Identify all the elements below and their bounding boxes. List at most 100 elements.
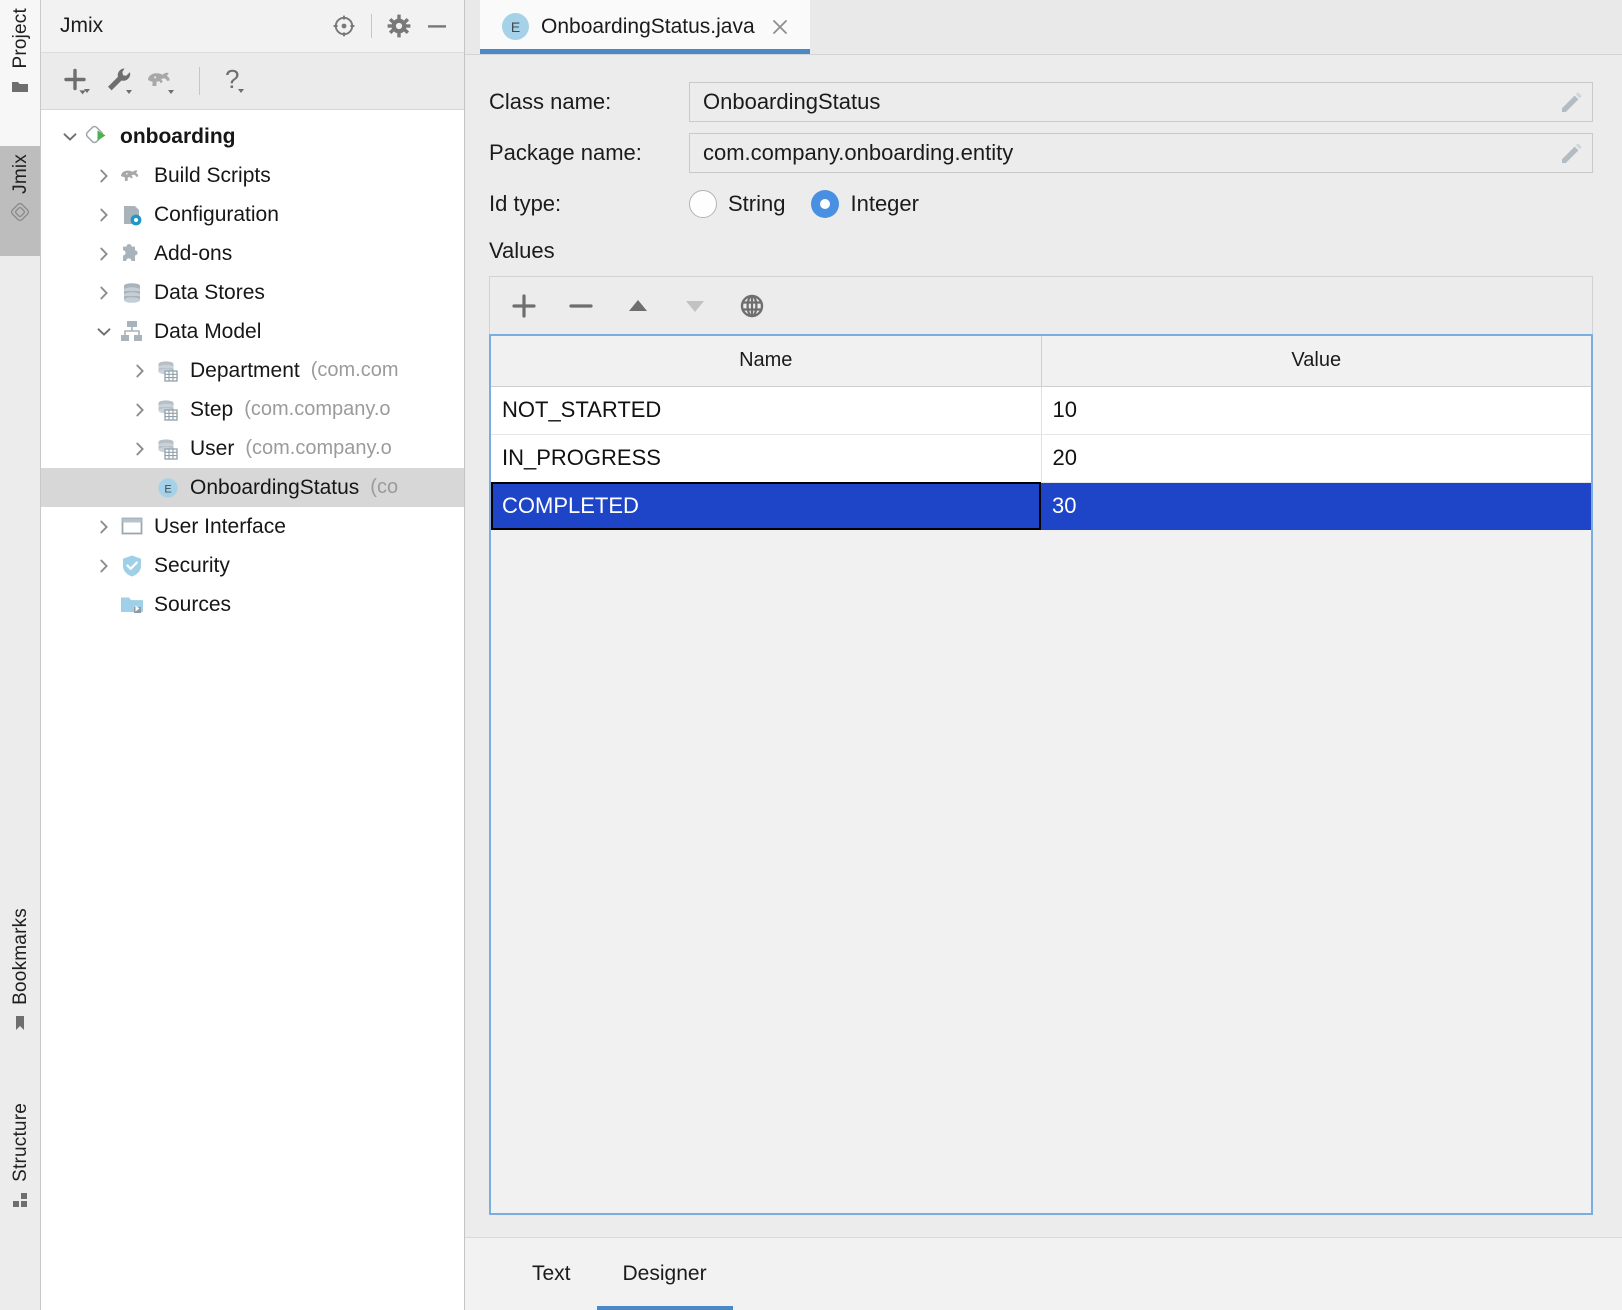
editor-tab-onboardingstatus[interactable]: E OnboardingStatus.java	[480, 0, 810, 54]
table-row[interactable]: NOT_STARTED 10	[491, 386, 1591, 435]
id-type-radio-string[interactable]: String	[689, 190, 785, 218]
chevron-right-icon[interactable]	[93, 516, 115, 538]
tool-button-structure-label: Structure	[9, 1103, 31, 1182]
chevron-right-icon[interactable]	[129, 360, 151, 382]
close-icon[interactable]	[767, 14, 793, 40]
editor-tab-strip: E OnboardingStatus.java	[465, 0, 1622, 55]
radio-unselected-icon[interactable]	[689, 190, 717, 218]
project-folder-icon	[10, 77, 30, 97]
tree-label: Data Model	[154, 319, 262, 343]
left-tool-strip: Project Jmix Bookmarks Structure	[0, 0, 41, 1310]
cell-name[interactable]: NOT_STARTED	[491, 386, 1042, 435]
tree-row-onboarding[interactable]: onboarding	[41, 117, 464, 156]
jmix-panel-header: Jmix	[41, 0, 464, 53]
tool-button-bookmarks-label: Bookmarks	[9, 908, 31, 1005]
tree-row-user-interface[interactable]: User Interface	[41, 507, 464, 546]
gradle-elephant-icon[interactable]	[145, 64, 179, 98]
add-icon[interactable]	[61, 64, 95, 98]
security-shield-icon	[119, 553, 145, 579]
tree-label: User Interface	[154, 514, 286, 538]
remove-value-icon[interactable]	[564, 289, 598, 323]
chevron-right-icon[interactable]	[93, 204, 115, 226]
sources-folder-icon	[119, 592, 145, 618]
tree-row-add-ons[interactable]: Add-ons	[41, 234, 464, 273]
toolbar-separator	[199, 67, 200, 95]
wrench-icon[interactable]	[103, 64, 137, 98]
tree-label: OnboardingStatus	[190, 475, 360, 499]
cell-value[interactable]: 10	[1041, 386, 1591, 435]
radio-selected-icon[interactable]	[811, 190, 840, 218]
class-name-label: Class name:	[489, 89, 612, 114]
edit-pencil-icon[interactable]	[1558, 89, 1584, 115]
configuration-icon	[119, 202, 145, 228]
chevron-right-icon[interactable]	[93, 555, 115, 577]
class-name-field[interactable]: OnboardingStatus	[689, 82, 1593, 122]
tree-row-data-model[interactable]: Data Model	[41, 312, 464, 351]
tree-label: Security	[154, 553, 230, 577]
tool-button-structure[interactable]: Structure	[0, 1095, 40, 1275]
chevron-right-icon[interactable]	[129, 438, 151, 460]
class-name-row: Class name: OnboardingStatus	[489, 82, 1593, 122]
cell-name[interactable]: IN_PROGRESS	[491, 434, 1042, 483]
minimize-icon[interactable]	[420, 9, 454, 43]
package-name-value: com.company.onboarding.entity	[703, 140, 1014, 165]
tree-package-label: (com.com	[310, 359, 399, 381]
tree-label: Sources	[154, 592, 232, 616]
tool-button-bookmarks[interactable]: Bookmarks	[0, 900, 40, 1090]
tool-button-project[interactable]: Project	[0, 0, 40, 146]
move-down-icon[interactable]	[678, 289, 712, 323]
id-type-radio-group[interactable]: String Integer	[689, 190, 945, 218]
values-caption: Values	[489, 238, 555, 263]
tree-row-department[interactable]: Department (com.com	[41, 351, 464, 390]
tree-row-user[interactable]: User (com.company.o	[41, 429, 464, 468]
tree-row-data-stores[interactable]: Data Stores	[41, 273, 464, 312]
cell-name[interactable]: COMPLETED	[491, 482, 1041, 530]
locate-icon[interactable]	[327, 9, 361, 43]
table-row-selected[interactable]: COMPLETED 30	[491, 482, 1591, 530]
package-name-field[interactable]: com.company.onboarding.entity	[689, 133, 1593, 173]
table-row[interactable]: IN_PROGRESS 20	[491, 434, 1591, 483]
cell-value[interactable]: 20	[1041, 434, 1591, 483]
column-header-value[interactable]: Value	[1041, 336, 1591, 387]
editor-tab-label: OnboardingStatus.java	[541, 14, 755, 38]
chevron-right-icon[interactable]	[93, 282, 115, 304]
id-type-radio-integer-label: Integer	[850, 191, 919, 216]
chevron-right-icon[interactable]	[129, 399, 151, 421]
values-table[interactable]: Name Value NOT_STARTED 10 IN_PROGRESS 20…	[491, 336, 1591, 530]
tree-row-onboardingstatus[interactable]: E OnboardingStatus (co	[41, 468, 464, 507]
chevron-down-icon[interactable]	[59, 126, 81, 148]
jmix-panel-header-actions	[327, 9, 454, 43]
tree-row-sources[interactable]: Sources	[41, 585, 464, 624]
chevron-down-icon[interactable]	[93, 321, 115, 343]
tree-package-label: (co	[370, 476, 399, 498]
chevron-right-icon[interactable]	[93, 165, 115, 187]
entity-icon	[155, 358, 181, 384]
table-empty-area[interactable]	[491, 530, 1591, 1213]
move-up-icon[interactable]	[621, 289, 655, 323]
gear-icon[interactable]	[382, 9, 416, 43]
localization-globe-icon[interactable]	[735, 289, 769, 323]
jmix-project-run-icon	[85, 124, 111, 150]
tree-row-build-scripts[interactable]: Build Scripts	[41, 156, 464, 195]
tab-designer[interactable]: Designer	[596, 1238, 733, 1310]
tab-text[interactable]: Text	[506, 1238, 597, 1310]
edit-pencil-icon[interactable]	[1558, 140, 1584, 166]
tool-button-jmix[interactable]: Jmix	[0, 146, 40, 256]
addons-puzzle-icon	[119, 241, 145, 267]
tree-row-configuration[interactable]: Configuration	[41, 195, 464, 234]
user-interface-icon	[119, 514, 145, 540]
values-panel: Name Value NOT_STARTED 10 IN_PROGRESS 20…	[489, 276, 1593, 1215]
jmix-panel-title: Jmix	[60, 14, 104, 37]
help-question-icon[interactable]: ?	[220, 64, 254, 98]
column-header-name[interactable]: Name	[491, 336, 1042, 387]
tree-row-security[interactable]: Security	[41, 546, 464, 585]
cell-value[interactable]: 30	[1041, 482, 1591, 530]
id-type-radio-integer[interactable]: Integer	[811, 190, 919, 218]
project-tree[interactable]: onboarding Build Scripts Configuration A…	[41, 110, 464, 1310]
chevron-right-icon[interactable]	[93, 243, 115, 265]
tree-label: Build Scripts	[154, 163, 271, 187]
values-table-container[interactable]: Name Value NOT_STARTED 10 IN_PROGRESS 20…	[489, 334, 1593, 1215]
tree-row-step[interactable]: Step (com.company.o	[41, 390, 464, 429]
add-value-icon[interactable]	[507, 289, 541, 323]
